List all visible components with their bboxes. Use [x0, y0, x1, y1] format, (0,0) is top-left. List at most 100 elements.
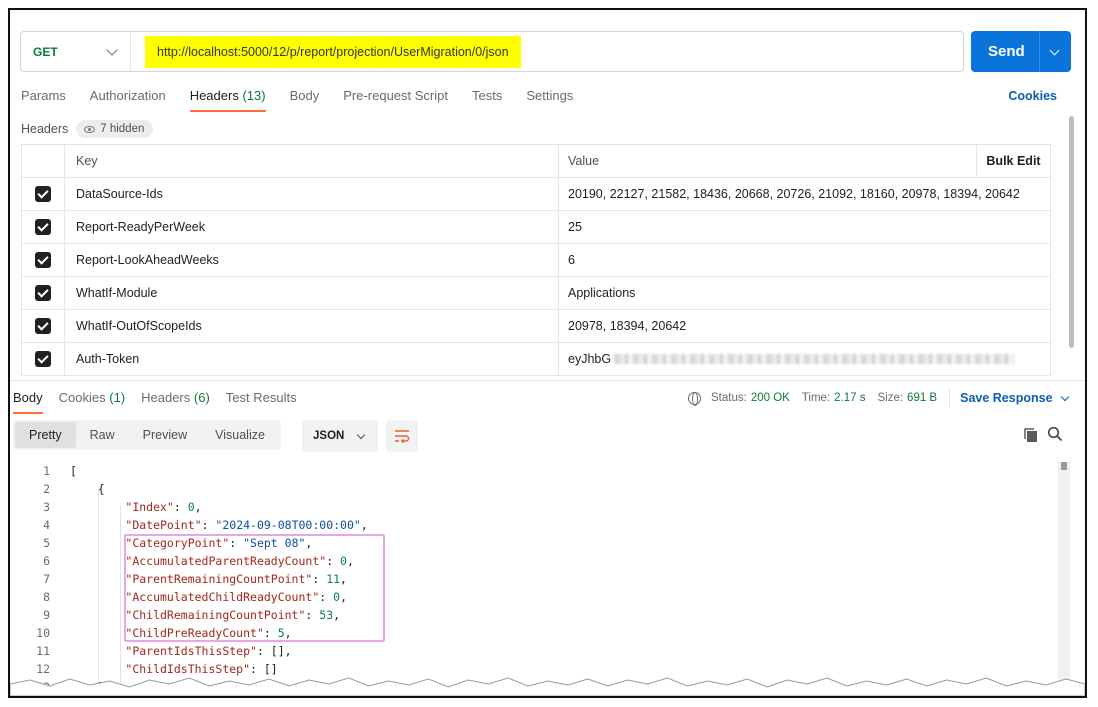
format-select[interactable]: JSON: [302, 420, 378, 452]
status-value[interactable]: 200 OK: [751, 392, 790, 404]
code-scrollbar[interactable]: [1058, 462, 1070, 696]
json-key: "ParentIdsThisStep": [125, 644, 257, 658]
tab-authorization[interactable]: Authorization: [90, 86, 166, 114]
line-number: 5: [43, 536, 50, 550]
code-line: 2 {: [10, 480, 1060, 498]
tab-label: Body: [289, 88, 320, 103]
row-checkbox[interactable]: [35, 285, 51, 301]
cookies-link[interactable]: Cookies: [1008, 89, 1057, 103]
line-number: 4: [43, 518, 50, 532]
tab-count: (1): [109, 390, 126, 405]
row-checkbox[interactable]: [35, 186, 51, 202]
tab-test-results[interactable]: Test Results: [226, 388, 297, 416]
table-row: WhatIf-OutOfScopeIds 20978, 18394, 20642: [22, 310, 1050, 343]
tab-headers[interactable]: Headers (13): [189, 86, 266, 114]
view-mode-switcher: Pretty Raw Preview Visualize: [13, 420, 281, 450]
code-text: {: [70, 482, 105, 496]
header-key[interactable]: Report-LookAheadWeeks: [65, 244, 559, 276]
save-response-button[interactable]: Save Response: [960, 391, 1069, 405]
code-line: 1[: [10, 462, 1060, 480]
highlight-box: [124, 534, 385, 642]
code-text: "ParentIdsThisStep": [],: [70, 644, 291, 658]
chevron-down-icon: [357, 430, 366, 439]
tab-response-cookies[interactable]: Cookies (1): [59, 388, 125, 416]
row-checkbox[interactable]: [35, 318, 51, 334]
header-value-token[interactable]: eyJhbG: [559, 343, 1050, 375]
view-pretty[interactable]: Pretty: [15, 422, 76, 448]
line-number: 9: [43, 608, 50, 622]
row-checkbox[interactable]: [35, 219, 51, 235]
url-bar: GET http://localhost:5000/12/p/report/pr…: [20, 31, 964, 72]
hidden-count-label: 7 hidden: [100, 123, 145, 135]
view-raw[interactable]: Raw: [76, 422, 129, 448]
copy-icon[interactable]: [1023, 427, 1039, 443]
header-value[interactable]: 6: [559, 244, 1050, 276]
tab-label: Cookies: [58, 390, 106, 405]
tab-params[interactable]: Params: [21, 86, 66, 114]
tab-response-body[interactable]: Body: [13, 388, 43, 416]
table-header-row: Key Value Bulk Edit: [22, 145, 1050, 178]
headers-table: Key Value Bulk Edit DataSource-Ids 20190…: [21, 144, 1051, 376]
header-key[interactable]: Auth-Token: [65, 343, 559, 375]
tab-body[interactable]: Body: [290, 86, 320, 114]
tab-response-headers[interactable]: Headers (6): [141, 388, 210, 416]
headers-section-header: Headers 7 hidden: [21, 120, 154, 138]
request-tabs: Params Authorization Headers (13) Body P…: [21, 86, 597, 114]
view-visualize[interactable]: Visualize: [201, 422, 279, 448]
hidden-headers-toggle[interactable]: 7 hidden: [76, 120, 154, 138]
key-column-header: Key: [65, 145, 559, 177]
token-prefix: eyJhbG: [568, 352, 612, 366]
json-punct: [: [70, 464, 77, 478]
value-column-header: Value: [568, 154, 600, 168]
header-value[interactable]: 20978, 18394, 20642: [559, 310, 1050, 342]
tab-label: Params: [21, 88, 66, 103]
chevron-down-icon[interactable]: [1049, 45, 1060, 55]
save-response-label: Save Response: [960, 391, 1053, 405]
format-label: JSON: [313, 430, 345, 442]
json-number: 0: [187, 500, 195, 514]
wrap-lines-button[interactable]: [386, 420, 418, 452]
globe-icon[interactable]: [688, 391, 701, 406]
scrollbar-thumb[interactable]: [1061, 462, 1067, 470]
chevron-down-icon: [106, 43, 118, 56]
json-key: "Index": [125, 500, 174, 514]
header-key[interactable]: WhatIf-Module: [65, 277, 559, 309]
tab-pre-request-script[interactable]: Pre-request Script: [343, 86, 448, 114]
url-input[interactable]: http://localhost:5000/12/p/report/projec…: [145, 35, 521, 68]
header-value[interactable]: 20190, 22127, 21582, 18436, 20668, 20726…: [559, 178, 1050, 210]
header-key[interactable]: WhatIf-OutOfScopeIds: [65, 310, 559, 342]
response-tabs: Body Cookies (1) Headers (6) Test Result…: [13, 388, 313, 416]
header-key[interactable]: DataSource-Ids: [65, 178, 559, 210]
method-select[interactable]: GET: [21, 32, 131, 71]
tab-tests[interactable]: Tests: [472, 86, 502, 114]
method-label: GET: [33, 44, 58, 59]
header-value[interactable]: 25: [559, 211, 1050, 243]
response-status-bar: Status: 200 OK Time: 2.17 s Size: 691 B …: [688, 389, 1069, 407]
headers-scrollbar[interactable]: [1069, 116, 1074, 348]
pane-divider[interactable]: [10, 380, 1085, 381]
code-text: "Index": 0,: [70, 500, 201, 514]
header-key[interactable]: Report-ReadyPerWeek: [65, 211, 559, 243]
send-label: Send: [988, 43, 1025, 60]
tab-count: (6): [193, 390, 210, 405]
tab-settings[interactable]: Settings: [526, 86, 573, 114]
line-number: 3: [43, 500, 50, 514]
row-checkbox[interactable]: [35, 351, 51, 367]
redacted-token: [614, 354, 1015, 364]
line-number: 2: [43, 482, 50, 496]
header-value[interactable]: Applications: [559, 277, 1050, 309]
tab-label: Headers: [141, 390, 191, 405]
separator: [949, 389, 951, 407]
bulk-edit-button[interactable]: Bulk Edit: [976, 145, 1050, 177]
send-button[interactable]: Send: [971, 31, 1071, 72]
time-value[interactable]: 2.17 s: [834, 392, 865, 404]
checkbox-column-header: [22, 145, 65, 177]
search-icon[interactable]: [1047, 426, 1063, 442]
line-number: 10: [36, 626, 50, 640]
table-row: WhatIf-Module Applications: [22, 277, 1050, 310]
eye-icon: [84, 125, 96, 133]
size-value[interactable]: 691 B: [907, 392, 937, 404]
headers-title: Headers: [21, 122, 69, 136]
view-preview[interactable]: Preview: [129, 422, 201, 448]
row-checkbox[interactable]: [35, 252, 51, 268]
